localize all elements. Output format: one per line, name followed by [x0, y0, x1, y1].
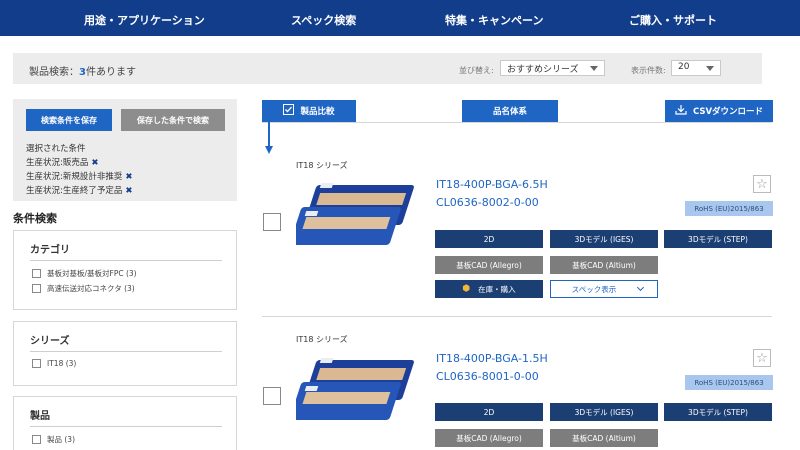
filter-option[interactable]: 製品 (3) [32, 434, 75, 445]
facet-title: 製品 [30, 411, 50, 422]
result-count: 製品検索：3件あります [29, 67, 136, 78]
perpage-select-value: 20 [678, 62, 690, 72]
favorite-star-icon[interactable]: ☆ [753, 349, 771, 367]
checkbox[interactable] [32, 435, 41, 444]
filter-option[interactable]: IT18 (3) [32, 359, 76, 368]
download-2d-button[interactable]: 2D [435, 403, 543, 421]
divider [262, 122, 772, 123]
stock-purchase-button[interactable]: ⬢ 在庫・購入 [435, 280, 543, 298]
product-name-link[interactable]: IT18-400P-BGA-1.5H [436, 352, 548, 365]
condition-item: 生産状況:生産終了予定品 ✖ [26, 186, 133, 196]
nav-spec-search[interactable]: スペック検索 [291, 12, 356, 28]
download-cad-altium-button[interactable]: 基板CAD (Altium) [550, 429, 658, 447]
filter-option[interactable]: 基板対基板/基板対FPC (3) [32, 268, 137, 279]
checkbox[interactable] [32, 284, 41, 293]
product-code-link[interactable]: CL0636-8002-0-00 [436, 196, 539, 209]
download-3d-iges-button[interactable]: 3Dモデル (IGES) [550, 230, 658, 248]
facet-series: シリーズ IT18 (3) [13, 321, 237, 386]
chevron-down-icon [706, 66, 714, 71]
facet-title: シリーズ [30, 336, 70, 347]
download-icon [675, 104, 687, 118]
facet-title: カテゴリ [30, 245, 70, 256]
cube-icon: ⬢ [462, 284, 471, 294]
divider [30, 426, 222, 427]
favorite-star-icon[interactable]: ☆ [753, 175, 771, 193]
download-cad-allegro-button[interactable]: 基板CAD (Allegro) [435, 256, 543, 274]
product-image [296, 358, 414, 420]
filter-option[interactable]: 高速伝送対応コネクタ (3) [32, 283, 135, 294]
product-select-checkbox[interactable] [263, 387, 281, 405]
spec-display-dropdown[interactable]: スペック表示 [550, 280, 658, 298]
checkbox[interactable] [32, 359, 41, 368]
nav-purchase-support[interactable]: ご購入・サポート [629, 12, 717, 28]
download-cad-allegro-button[interactable]: 基板CAD (Allegro) [435, 429, 543, 447]
checkbox-icon [283, 104, 295, 118]
rohs-badge: RoHS (EU)2015/863 [685, 375, 773, 390]
condition-item: 生産状況:新規設計非推奨 ✖ [26, 172, 133, 182]
selected-conditions-panel: 検索条件を保存 保存した条件で検索 選択された条件 生産状況:販売品 ✖ 生産状況… [13, 99, 237, 201]
selected-conditions-heading: 選択された条件 [26, 144, 86, 154]
perpage-select[interactable]: 20 [671, 60, 721, 76]
download-2d-button[interactable]: 2D [435, 230, 543, 248]
stock-purchase-label: 在庫・購入 [478, 284, 516, 294]
product-image [296, 183, 414, 245]
remove-condition-icon[interactable]: ✖ [125, 172, 132, 182]
save-conditions-button[interactable]: 検索条件を保存 [26, 109, 112, 131]
naming-system-button[interactable]: 品名体系 [462, 100, 558, 122]
chevron-down-icon [636, 283, 645, 292]
download-3d-iges-button[interactable]: 3Dモデル (IGES) [550, 403, 658, 421]
sort-select-value: おすすめシリーズ [507, 65, 579, 75]
compare-button[interactable]: 製品比較 [262, 100, 356, 122]
chevron-down-icon [590, 66, 598, 71]
filter-section-title: 条件検索 [13, 212, 57, 225]
product-select-checkbox[interactable] [263, 213, 281, 231]
download-cad-altium-button[interactable]: 基板CAD (Altium) [550, 256, 658, 274]
remove-condition-icon[interactable]: ✖ [91, 158, 98, 168]
compare-label: 製品比較 [300, 107, 335, 117]
divider [262, 316, 772, 317]
checkbox[interactable] [32, 269, 41, 278]
sort-select[interactable]: おすすめシリーズ [500, 60, 605, 76]
rohs-badge: RoHS (EU)2015/863 [685, 201, 773, 216]
series-label: IT18 シリーズ [296, 335, 348, 344]
sort-label: 並び替え: [459, 66, 494, 75]
csv-download-button[interactable]: CSVダウンロード [665, 100, 773, 122]
spec-display-label: スペック表示 [571, 284, 617, 294]
divider [30, 260, 222, 261]
facet-product: 製品 製品 (3) [13, 396, 237, 450]
result-bar: 製品検索：3件あります 並び替え: おすすめシリーズ 表示件数: 20 [13, 53, 762, 84]
product-name-link[interactable]: IT18-400P-BGA-6.5H [436, 178, 548, 191]
top-navigation: 用途・アプリケーション スペック検索 特集・キャンペーン ご購入・サポート [0, 0, 800, 36]
nav-applications[interactable]: 用途・アプリケーション [84, 12, 205, 28]
csv-download-label: CSVダウンロード [692, 107, 764, 117]
nav-campaigns[interactable]: 特集・キャンペーン [445, 12, 543, 28]
search-saved-conditions-button[interactable]: 保存した条件で検索 [121, 109, 225, 131]
product-code-link[interactable]: CL0636-8001-0-00 [436, 370, 539, 383]
facet-category: カテゴリ 基板対基板/基板対FPC (3) 高速伝送対応コネクタ (3) [13, 230, 237, 310]
download-3d-step-button[interactable]: 3Dモデル (STEP) [664, 230, 772, 248]
perpage-label: 表示件数: [631, 66, 666, 75]
divider [30, 351, 222, 352]
remove-condition-icon[interactable]: ✖ [125, 186, 132, 196]
condition-item: 生産状況:販売品 ✖ [26, 158, 99, 168]
download-3d-step-button[interactable]: 3Dモデル (STEP) [664, 403, 772, 421]
arrow-down-icon [265, 122, 273, 154]
series-label: IT18 シリーズ [296, 161, 348, 170]
